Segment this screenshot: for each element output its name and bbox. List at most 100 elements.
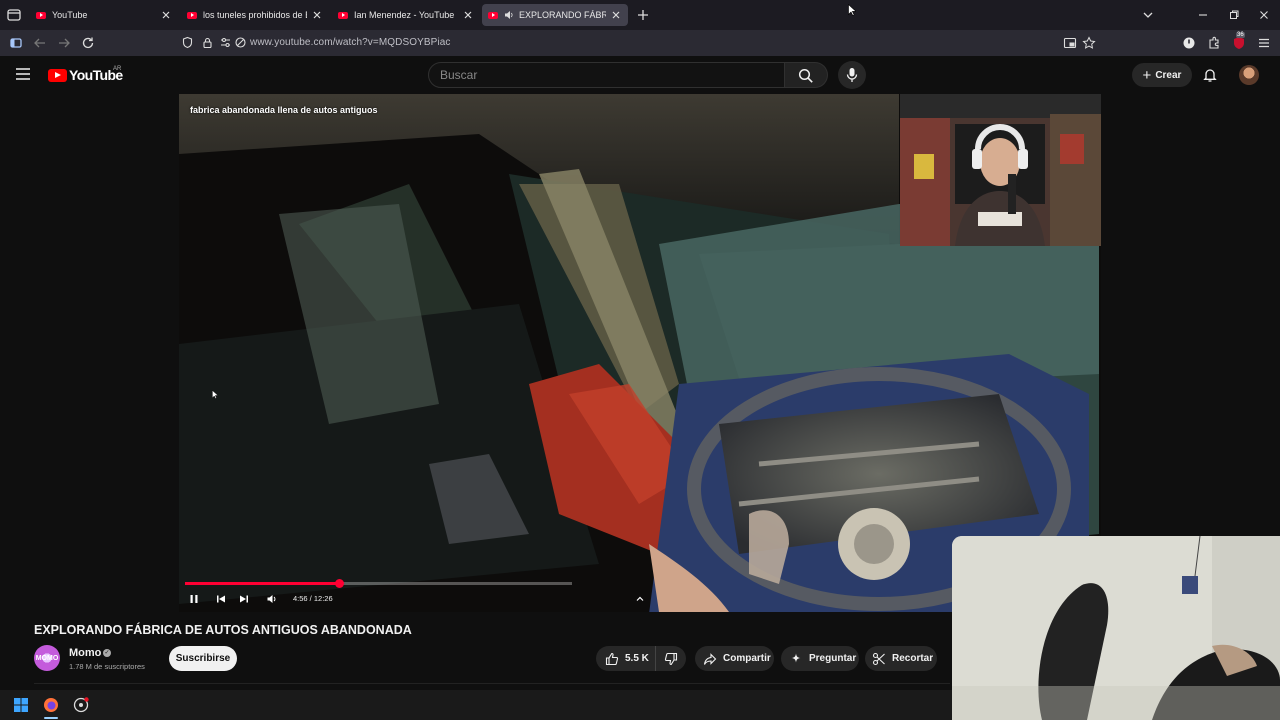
youtube-masthead: YouTube AR + Crear [0, 56, 1280, 94]
search-icon [798, 68, 813, 83]
browser-tab-strip: YouTube los tuneles prohibidos de Buenos… [0, 0, 1280, 30]
youtube-favicon-icon [488, 11, 498, 19]
dislike-button[interactable] [656, 646, 686, 671]
close-tab-icon[interactable] [610, 9, 622, 21]
tab-tuneles[interactable]: los tuneles prohibidos de Buenos Aires [181, 4, 329, 26]
guide-menu-icon[interactable] [15, 67, 31, 81]
bookmark-star-icon[interactable] [1082, 36, 1096, 50]
share-button[interactable]: Compartir [695, 646, 774, 671]
back-arrow-icon[interactable] [32, 35, 48, 51]
clip-button[interactable]: Recortar [865, 646, 937, 671]
browser-nav-bar: www.youtube.com/watch?v=MQDSOYBPiac 36 [0, 30, 1280, 56]
divider [34, 683, 950, 684]
permissions-icon[interactable] [219, 36, 232, 49]
tab-explorando-fabrica[interactable]: EXPLORANDO FÁBRICA DE AUTOS ANTIGUOS ABA… [482, 4, 628, 26]
chevron-up-icon[interactable] [633, 592, 647, 606]
new-tab-plus-icon[interactable] [636, 8, 650, 22]
progress-bar[interactable] [185, 579, 572, 588]
pause-icon[interactable] [187, 592, 201, 606]
speaker-icon[interactable] [504, 10, 514, 20]
obs-app-icon[interactable] [73, 697, 89, 713]
url-text: www.youtube.com/watch?v=MQDSOYBPiac [250, 37, 451, 48]
restore-window-icon[interactable] [1227, 8, 1241, 22]
tab-youtube[interactable]: YouTube [30, 4, 178, 26]
share-arrow-icon [703, 652, 717, 665]
tab-title: los tuneles prohibidos de Buenos Aires [203, 10, 307, 20]
user-avatar[interactable] [1239, 65, 1259, 85]
youtube-logo[interactable]: YouTube [48, 67, 123, 83]
picture-in-picture-icon[interactable] [1063, 36, 1077, 50]
youtube-favicon-icon [338, 11, 348, 19]
sidebar-toggle-icon[interactable] [8, 35, 24, 51]
mouse-cursor-icon [848, 4, 856, 16]
extension-badge-button[interactable]: 36 [1231, 32, 1247, 51]
shield-icon[interactable] [181, 36, 194, 49]
search-box [428, 62, 785, 88]
ask-button[interactable]: Preguntar [781, 646, 859, 671]
region-code: AR [113, 66, 122, 72]
taskbar [0, 690, 952, 720]
tab-ian-menendez[interactable]: Ian Menendez - YouTube [332, 4, 480, 26]
progress-played [185, 582, 339, 585]
notifications-bell-icon[interactable] [1202, 67, 1218, 83]
like-dislike-group: 5.5 K [596, 646, 686, 671]
volume-icon[interactable] [265, 592, 279, 606]
youtube-favicon-icon [36, 11, 46, 19]
lock-icon[interactable] [201, 36, 214, 49]
next-icon[interactable] [237, 592, 251, 606]
subscriber-count: 1.78 M de suscriptores [69, 662, 145, 671]
webcam-overlay [952, 536, 1280, 720]
facecam-image [900, 94, 1101, 246]
thumbs-down-icon [664, 652, 678, 665]
thumbs-up-icon [605, 652, 619, 665]
like-count: 5.5 K [625, 653, 649, 664]
video-title: EXPLORANDO FÁBRICA DE AUTOS ANTIGUOS ABA… [34, 623, 412, 637]
scissors-icon [872, 652, 885, 665]
search-button[interactable] [785, 62, 828, 88]
forward-arrow-icon[interactable] [56, 35, 72, 51]
reload-icon[interactable] [80, 35, 96, 51]
autoplay-blocked-icon[interactable] [234, 36, 247, 49]
tab-title: Ian Menendez - YouTube [354, 10, 455, 20]
app-menu-icon[interactable] [1256, 35, 1272, 51]
close-tab-icon[interactable] [160, 9, 172, 21]
channel-name[interactable]: Momo [69, 647, 101, 659]
plus-icon: + [1142, 66, 1152, 84]
account-circle-icon[interactable] [1181, 35, 1197, 51]
active-app-indicator [44, 717, 58, 719]
search-input[interactable] [429, 63, 784, 87]
streamer-facecam [900, 94, 1101, 246]
microphone-icon [846, 68, 858, 82]
time-display: 4:56 / 12:26 [293, 594, 333, 603]
sparkle-icon [791, 653, 801, 662]
minimize-window-icon[interactable] [1196, 8, 1210, 22]
progress-scrubber-handle[interactable] [334, 579, 344, 588]
youtube-favicon-icon [187, 11, 197, 19]
channel-avatar-text: MOMO [35, 654, 59, 662]
address-bar[interactable]: www.youtube.com/watch?v=MQDSOYBPiac [176, 32, 1106, 54]
verified-badge-icon: ✓ [103, 649, 111, 657]
clip-label: Recortar [892, 653, 934, 664]
voice-search-button[interactable] [838, 61, 866, 89]
tab-title: EXPLORANDO FÁBRICA DE AUTOS ANTIGUOS ABA… [519, 10, 606, 20]
create-button[interactable]: + Crear [1132, 63, 1192, 87]
video-overlay-title: fabrica abandonada llena de autos antigu… [190, 105, 378, 115]
windows-start-icon[interactable] [13, 697, 29, 713]
firefox-icon[interactable] [43, 697, 59, 713]
channel-avatar[interactable]: MOMO [34, 645, 60, 671]
close-tab-icon[interactable] [311, 9, 323, 21]
close-tab-icon[interactable] [462, 9, 474, 21]
like-button[interactable]: 5.5 K [596, 646, 656, 671]
tab-list-icon[interactable] [6, 7, 22, 23]
create-label: Crear [1155, 69, 1182, 81]
previous-icon[interactable] [214, 592, 228, 606]
mouse-cursor-icon [212, 390, 218, 399]
webcam-image [952, 536, 1280, 720]
list-all-tabs-chevron-icon[interactable] [1141, 8, 1155, 22]
close-window-icon[interactable] [1257, 8, 1271, 22]
extensions-puzzle-icon[interactable] [1206, 35, 1222, 51]
share-label: Compartir [723, 653, 771, 664]
tab-title: YouTube [52, 10, 88, 20]
video-player[interactable]: fabrica abandonada llena de autos antigu… [179, 94, 1101, 612]
subscribe-button[interactable]: Suscribirse [169, 646, 237, 671]
